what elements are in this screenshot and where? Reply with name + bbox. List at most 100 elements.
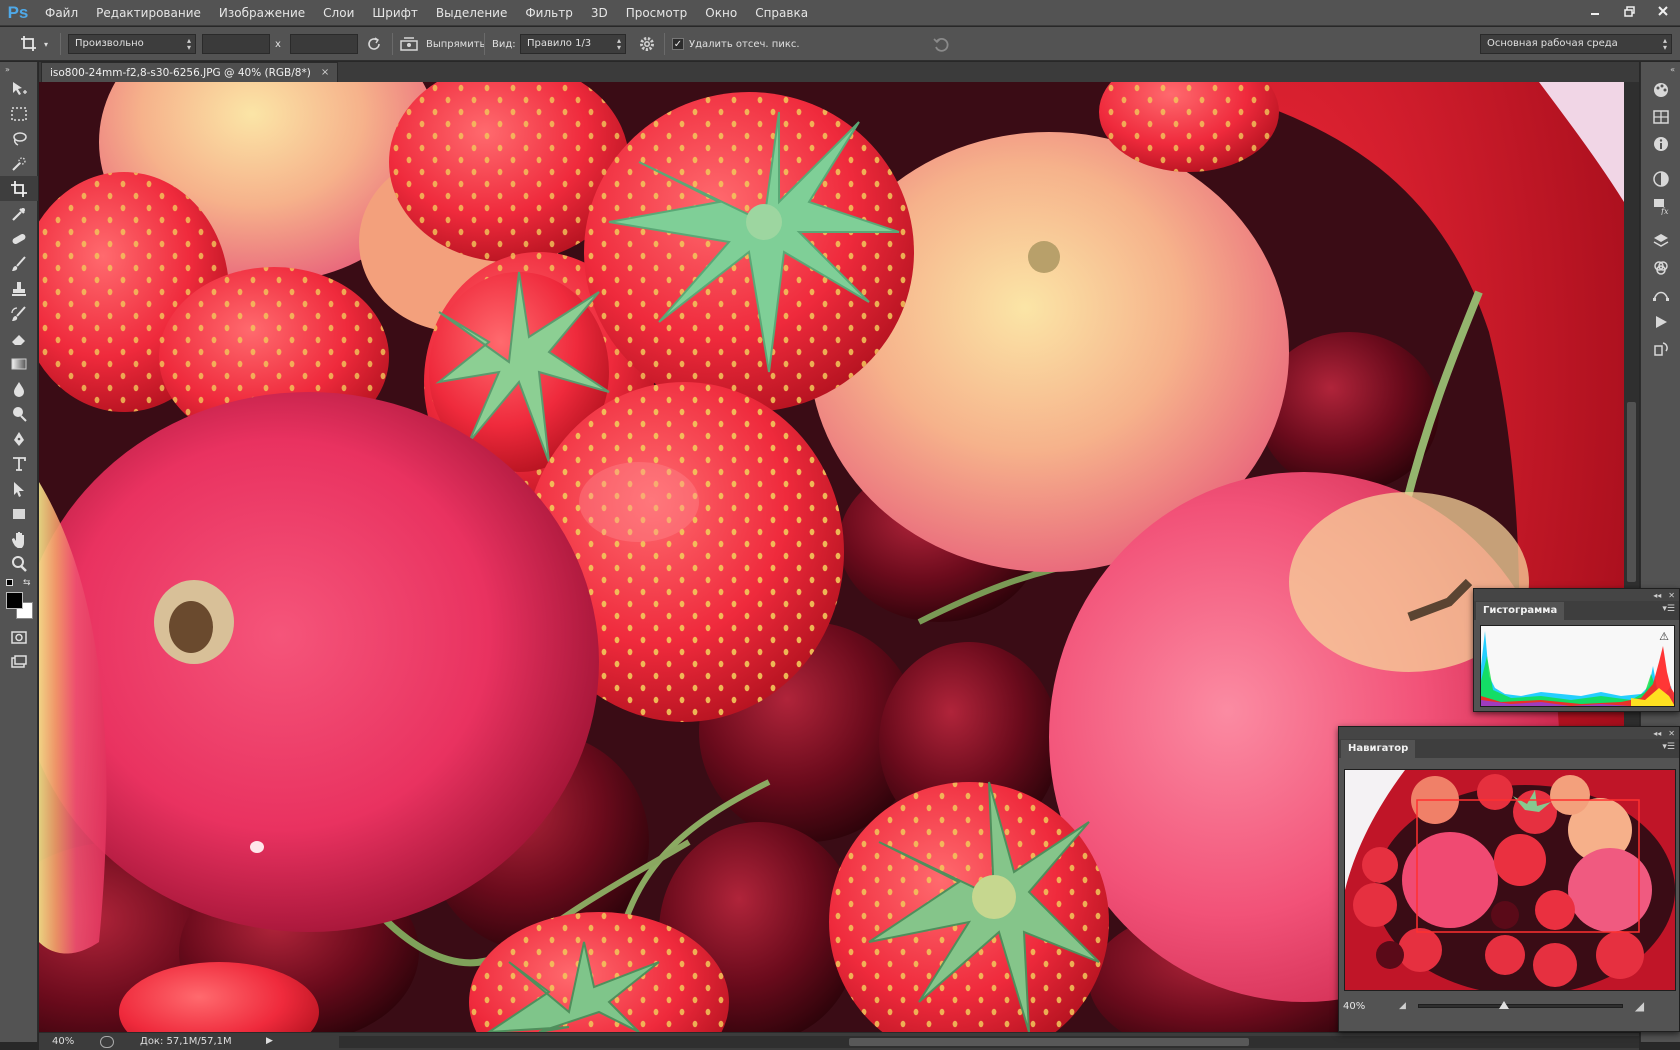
status-sync-icon[interactable] — [100, 1035, 114, 1048]
svg-text:fx: fx — [1660, 207, 1669, 215]
restore-icon[interactable] — [1612, 0, 1646, 22]
close-tab-icon[interactable]: × — [321, 67, 329, 78]
menu-edit[interactable]: Редактирование — [87, 0, 210, 26]
default-colors-icon[interactable]: ⇆ — [0, 576, 37, 590]
status-zoom[interactable]: 40% — [52, 1036, 92, 1047]
hand-tool-icon[interactable] — [0, 526, 38, 551]
type-tool-icon[interactable] — [0, 451, 38, 476]
info-panel-icon[interactable] — [1641, 130, 1680, 157]
close-panel-icon[interactable]: ✕ — [1668, 729, 1675, 738]
history-brush-tool-icon[interactable] — [0, 301, 38, 326]
workspace-value: Основная рабочая среда — [1487, 38, 1618, 49]
menu-layers[interactable]: Слои — [314, 0, 363, 26]
menu-image[interactable]: Изображение — [210, 0, 314, 26]
eyedropper-tool-icon[interactable] — [0, 201, 38, 226]
status-menu-arrow-icon[interactable]: ▶ — [266, 1036, 273, 1046]
zoom-in-icon[interactable]: ◢ — [1635, 999, 1644, 1013]
options-bar: ▾ Произвольно ▴ ▾ x Выпрямить Вид: Правил… — [0, 27, 1680, 61]
history-panel-icon[interactable] — [1641, 335, 1680, 362]
panel-tabs: Навигатор ▾☰ — [1339, 739, 1679, 758]
reset-button[interactable] — [932, 34, 950, 54]
styles-panel-icon[interactable]: fx — [1641, 192, 1680, 219]
document-tab[interactable]: iso800-24mm-f2,8-s30-6256.JPG @ 40% (RGB… — [41, 62, 339, 82]
dodge-tool-icon[interactable] — [0, 401, 38, 426]
panel-menu-icon[interactable]: ▾☰ — [1662, 742, 1675, 752]
updown-arrows-icon: ▴ ▾ — [1662, 36, 1667, 52]
navigator-controls: 40% ◢ ◢ — [1339, 995, 1680, 1017]
scroll-thumb[interactable] — [849, 1038, 1249, 1046]
menu-select[interactable]: Выделение — [427, 0, 516, 26]
crop-settings-button[interactable] — [638, 34, 656, 54]
pen-tool-icon[interactable] — [0, 426, 38, 451]
warning-icon[interactable]: ⚠ — [1659, 630, 1669, 643]
swatches-panel-icon[interactable] — [1641, 103, 1680, 130]
close-icon[interactable] — [1646, 0, 1680, 22]
tab-navigator[interactable]: Навигатор — [1341, 740, 1416, 758]
actions-panel-icon[interactable] — [1641, 308, 1680, 335]
stamp-tool-icon[interactable] — [0, 276, 38, 301]
eraser-tool-icon[interactable] — [0, 326, 38, 351]
checkmark-icon: ✓ — [672, 38, 684, 50]
screen-mode-icon[interactable] — [0, 649, 38, 674]
overlay-view-select[interactable]: Правило 1/3 ▴ ▾ — [520, 34, 626, 54]
healing-tool-icon[interactable] — [0, 226, 38, 251]
undo-arrow-icon — [933, 37, 949, 52]
ratio-select-value: Произвольно — [75, 38, 144, 49]
blur-tool-icon[interactable] — [0, 376, 38, 401]
channels-panel-icon[interactable] — [1641, 254, 1680, 281]
brush-tool-icon[interactable] — [0, 251, 38, 276]
zoom-tool-icon[interactable] — [0, 551, 38, 576]
menu-filter[interactable]: Фильтр — [516, 0, 581, 26]
document-tab-title: iso800-24mm-f2,8-s30-6256.JPG @ 40% (RGB… — [50, 66, 311, 79]
lasso-tool-icon[interactable] — [0, 126, 38, 151]
tools-panel: » ⇆ — [0, 62, 38, 1042]
workspace-select[interactable]: Основная рабочая среда ▴ ▾ — [1480, 34, 1672, 54]
straighten-button[interactable]: Выпрямить — [400, 34, 485, 54]
move-tool-icon[interactable] — [0, 76, 38, 101]
menu-help[interactable]: Справка — [746, 0, 817, 26]
marquee-tool-icon[interactable] — [0, 101, 38, 126]
shape-tool-icon[interactable] — [0, 501, 38, 526]
slider-knob[interactable] — [1499, 1001, 1510, 1009]
color-panel-icon[interactable] — [1641, 76, 1680, 103]
gradient-tool-icon[interactable] — [0, 351, 38, 376]
scroll-thumb[interactable] — [1627, 402, 1636, 582]
ratio-select[interactable]: Произвольно ▴ ▾ — [68, 34, 196, 54]
minimize-icon[interactable] — [1578, 0, 1612, 22]
tab-histogram[interactable]: Гистограмма — [1476, 602, 1565, 620]
color-swatches — [0, 590, 37, 624]
menu-file[interactable]: Файл — [36, 0, 87, 26]
swap-colors-icon[interactable]: ⇆ — [23, 578, 31, 588]
foreground-color-swatch[interactable] — [6, 592, 23, 609]
menu-window[interactable]: Окно — [696, 0, 746, 26]
navigator-zoom-value[interactable]: 40% — [1343, 1001, 1391, 1012]
menu-type[interactable]: Шрифт — [363, 0, 427, 26]
panel-menu-icon[interactable]: ▾☰ — [1662, 604, 1675, 614]
collapse-panel-icon[interactable]: ◂◂ — [1653, 591, 1661, 600]
navigator-zoom-slider[interactable] — [1417, 1001, 1623, 1009]
collapse-arrows-icon[interactable]: » — [0, 62, 37, 76]
menu-view[interactable]: Просмотр — [617, 0, 697, 26]
layers-panel-icon[interactable] — [1641, 227, 1680, 254]
straighten-label: Выпрямить — [426, 38, 486, 50]
crop-width-field[interactable] — [202, 34, 270, 54]
adjustments-panel-icon[interactable] — [1641, 165, 1680, 192]
crop-height-field[interactable] — [290, 34, 358, 54]
menu-bar: Ps Файл Редактирование Изображение Слои … — [0, 0, 1680, 26]
quick-select-tool-icon[interactable] — [0, 151, 38, 176]
navigator-preview[interactable] — [1344, 769, 1676, 991]
menu-3d[interactable]: 3D — [582, 0, 617, 26]
crop-tool-icon[interactable] — [0, 176, 38, 201]
close-panel-icon[interactable]: ✕ — [1668, 591, 1675, 600]
horizontal-scrollbar[interactable] — [339, 1036, 1639, 1048]
quick-mask-icon[interactable] — [0, 624, 38, 649]
zoom-out-icon[interactable]: ◢ — [1399, 1001, 1406, 1011]
collapse-arrows-icon[interactable]: « — [1641, 62, 1680, 76]
swap-dimensions-button[interactable] — [365, 34, 383, 54]
updown-arrows-icon: ▴ ▾ — [616, 36, 621, 52]
path-select-tool-icon[interactable] — [0, 476, 38, 501]
paths-panel-icon[interactable] — [1641, 281, 1680, 308]
delete-cropped-pixels-checkbox[interactable]: ✓ Удалить отсеч. пикс. — [672, 34, 800, 54]
crop-preset-picker[interactable]: ▾ — [20, 34, 48, 54]
collapse-panel-icon[interactable]: ◂◂ — [1653, 729, 1661, 738]
